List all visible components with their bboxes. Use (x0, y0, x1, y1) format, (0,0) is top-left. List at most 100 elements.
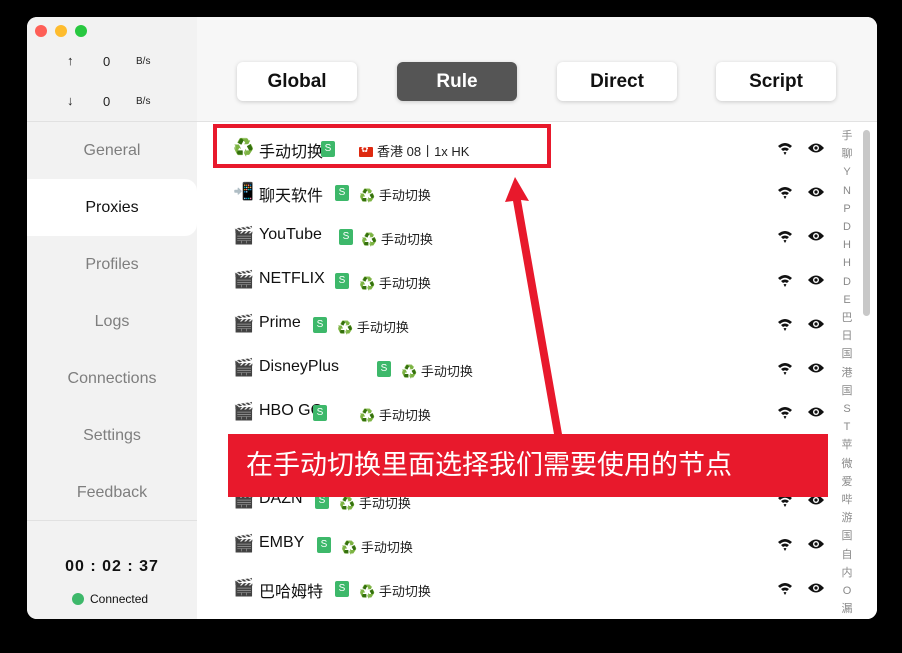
group-emoji-icon: 🎬 (233, 578, 255, 597)
selected-proxy: ♻️ 手动切换 (341, 537, 413, 556)
index-letter[interactable]: 巴 (839, 309, 855, 327)
sidebar-item-profiles[interactable]: Profiles (27, 236, 197, 293)
index-letter[interactable]: Y (839, 163, 855, 181)
index-letter[interactable]: S (839, 400, 855, 418)
selected-proxy: ♻️ 手动切换 (401, 361, 473, 380)
selected-proxy: ♻️ 手动切换 (361, 229, 433, 248)
main-panel: Global Rule Direct Script ♻️手动切换S香港 08丨1… (197, 17, 877, 619)
mode-global-button[interactable]: Global (237, 62, 357, 101)
index-letter[interactable]: E (839, 291, 855, 309)
wifi-icon[interactable] (777, 537, 793, 551)
wifi-icon[interactable] (777, 229, 793, 243)
wifi-icon[interactable] (777, 273, 793, 287)
index-letter[interactable]: 聊 (839, 145, 855, 163)
wifi-icon[interactable] (777, 361, 793, 375)
index-letter[interactable]: 漏 (839, 600, 855, 618)
eye-icon[interactable] (807, 317, 825, 331)
proxy-group-row[interactable]: 🎬 DisneyPlus S ♻️ 手动切换 (197, 347, 847, 391)
mode-direct-button[interactable]: Direct (557, 62, 677, 101)
scrollbar[interactable] (863, 130, 870, 316)
window-controls (35, 25, 87, 37)
index-letter[interactable]: 国 (839, 527, 855, 545)
proxy-group-list: ♻️手动切换S香港 08丨1x HK📲聊天软件S♻️ 手动切换🎬YouTubeS… (197, 127, 847, 611)
selected-proxy: ♻️ 手动切换 (359, 581, 431, 600)
close-window-button[interactable] (35, 25, 47, 37)
group-emoji-icon: 🎬 (233, 314, 255, 333)
index-letter[interactable]: 哔 (839, 491, 855, 509)
proxy-group-row[interactable]: 🎬 NETFLIX S ♻️ 手动切换 (197, 259, 847, 303)
type-badge: S (335, 273, 349, 289)
eye-icon[interactable] (807, 537, 825, 551)
sidebar-item-proxies[interactable]: Proxies (27, 179, 197, 236)
download-arrow-icon: ↓ (67, 93, 74, 108)
proxy-group-row[interactable]: 🎬 YouTube S ♻️ 手动切换 (197, 215, 847, 259)
eye-icon[interactable] (807, 141, 825, 155)
sidebar-divider (27, 520, 197, 521)
recycle-icon: ♻️ (341, 540, 358, 555)
index-letter[interactable]: D (839, 273, 855, 291)
mode-rule-button[interactable]: Rule (397, 62, 517, 101)
index-letter[interactable]: 国 (839, 382, 855, 400)
zoom-window-button[interactable] (75, 25, 87, 37)
index-letter[interactable]: 自 (839, 546, 855, 564)
recycle-icon: ♻️ (337, 320, 354, 335)
selected-proxy-label: 手动切换 (378, 188, 431, 203)
proxy-group-row[interactable]: 🎬 EMBY S ♻️ 手动切换 (197, 523, 847, 567)
group-emoji-icon: 🎬 (233, 402, 255, 421)
eye-icon[interactable] (807, 229, 825, 243)
group-emoji-icon: 🎬 (233, 226, 255, 245)
sidebar-item-general[interactable]: General (27, 122, 197, 179)
proxy-group-row[interactable]: 📲 聊天软件 S ♻️ 手动切换 (197, 171, 847, 215)
index-letter[interactable]: N (839, 182, 855, 200)
status-label: Connected (90, 592, 149, 606)
wifi-icon[interactable] (777, 185, 793, 199)
eye-icon[interactable] (807, 405, 825, 419)
index-letter[interactable]: T (839, 418, 855, 436)
group-name: YouTube (259, 226, 322, 243)
eye-icon[interactable] (807, 361, 825, 375)
index-letter[interactable]: 日 (839, 327, 855, 345)
type-badge: S (339, 229, 353, 245)
index-letter[interactable]: 港 (839, 364, 855, 382)
index-letter[interactable]: 微 (839, 455, 855, 473)
index-letter[interactable]: H (839, 236, 855, 254)
group-name: Prime (259, 314, 301, 331)
wifi-icon[interactable] (777, 317, 793, 331)
minimize-window-button[interactable] (55, 25, 67, 37)
eye-icon[interactable] (807, 185, 825, 199)
wifi-icon[interactable] (777, 405, 793, 419)
index-letter[interactable]: 内 (839, 564, 855, 582)
wifi-icon[interactable] (777, 581, 793, 595)
recycle-icon: ♻️ (359, 408, 376, 423)
index-letter[interactable]: 苹 (839, 436, 855, 454)
eye-icon[interactable] (807, 273, 825, 287)
sidebar-item-feedback[interactable]: Feedback (27, 464, 197, 521)
index-letter[interactable]: O (839, 582, 855, 600)
mode-script-button[interactable]: Script (716, 62, 836, 101)
index-letter[interactable]: 手 (839, 127, 855, 145)
selected-proxy: ♻️ 手动切换 (359, 405, 431, 424)
upload-value: 0 (103, 54, 111, 69)
sidebar-nav: General Proxies Profiles Logs Connection… (27, 122, 197, 521)
sidebar-item-settings[interactable]: Settings (27, 407, 197, 464)
sidebar-item-logs[interactable]: Logs (27, 293, 197, 350)
index-letter[interactable]: H (839, 254, 855, 272)
index-letter[interactable]: P (839, 200, 855, 218)
index-letter[interactable]: 国 (839, 345, 855, 363)
selected-proxy-label: 手动切换 (356, 320, 409, 335)
annotation-banner: 在手动切换里面选择我们需要使用的节点 (228, 434, 828, 497)
sidebar-item-connections[interactable]: Connections (27, 350, 197, 407)
index-letter[interactable]: 爱 (839, 473, 855, 491)
proxy-group-row[interactable]: 🎬 巴哈姆特 S ♻️ 手动切换 (197, 567, 847, 611)
group-name: NETFLIX (259, 270, 325, 287)
recycle-icon: ♻️ (359, 276, 376, 291)
group-emoji-icon: 🎬 (233, 534, 255, 553)
eye-icon[interactable] (807, 581, 825, 595)
annotation-highlight-box (213, 124, 551, 168)
proxy-group-row[interactable]: 🎬 HBO GO S ♻️ 手动切换 (197, 391, 847, 435)
proxy-group-row[interactable]: 🎬 Prime S ♻️ 手动切换 (197, 303, 847, 347)
index-letter[interactable]: D (839, 218, 855, 236)
group-emoji-icon: 🎬 (233, 270, 255, 289)
wifi-icon[interactable] (777, 141, 793, 155)
index-letter[interactable]: 游 (839, 509, 855, 527)
